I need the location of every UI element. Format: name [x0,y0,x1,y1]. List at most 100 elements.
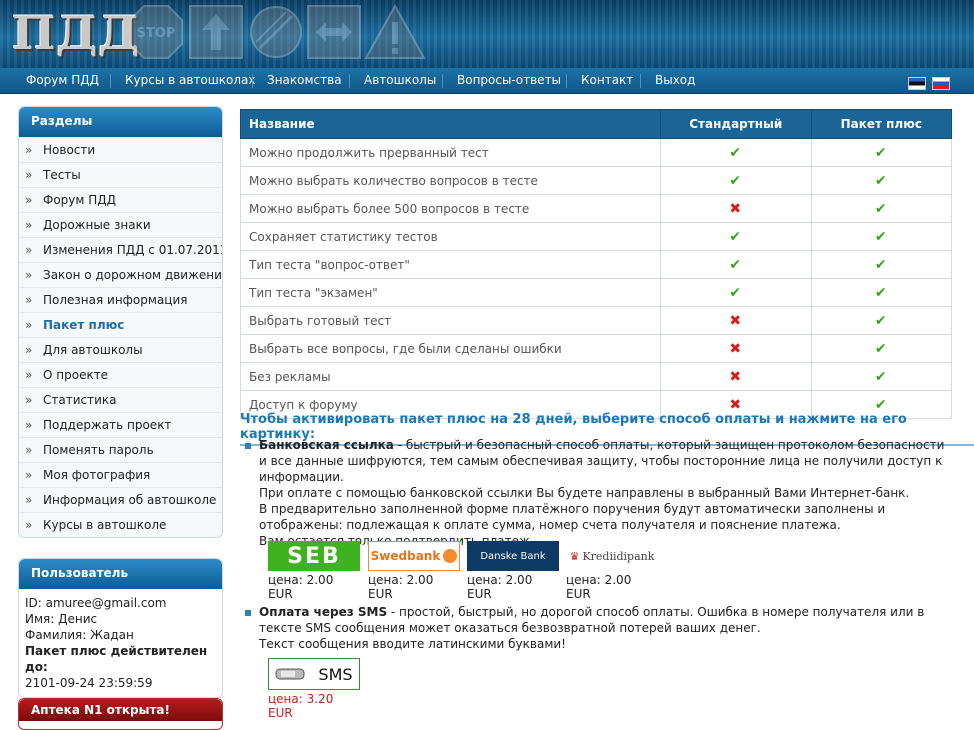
nav-logout[interactable]: Выход [641,68,709,93]
feature-name: Тип теста "вопрос-ответ" [240,250,661,279]
plus-cell: ✔ [810,362,953,391]
user-name: Имя: Денис [25,612,98,626]
svg-text:STOP: STOP [137,26,176,41]
user-surname: Фамилия: Жадан [25,628,134,642]
sidebar-item-about[interactable]: » О проекте [19,362,222,387]
check-icon: ✔ [729,228,742,245]
bullet-square-icon [245,610,251,616]
plus-cell: ✔ [810,306,953,335]
sidebar-item-change-password[interactable]: » Поменять пароль [19,437,222,462]
plus-cell: ✔ [810,166,953,195]
check-icon: ✔ [874,368,887,385]
plus-cell: ✔ [810,250,953,279]
sidebar-item-useful-info[interactable]: » Полезная информация [19,287,222,312]
check-icon: ✔ [874,228,887,245]
sections-panel: Разделы » Новости » Тесты » Форум ПДД » Доро… [18,106,223,538]
table-row: Тип теста "вопрос-ответ" ✔ ✔ [240,250,953,279]
sidebar-item-support[interactable]: » Поддержать проект [19,412,222,437]
user-panel: Пользователь ID: amuree@gmail.com Имя: Д… [18,558,223,698]
standard-cell: ✖ [659,306,812,335]
check-icon: ✔ [874,340,887,357]
sms-title: Оплата через SMS [259,605,388,619]
sidebar-item-my-photo[interactable]: » Моя фотография [19,462,222,487]
ad-title: Аптека N1 открыта! [19,699,222,721]
feature-name: Выбрать готовый тест [240,306,661,335]
end-restriction-sign-icon [250,6,302,58]
check-icon: ✔ [874,144,887,161]
sidebar-item-statistics[interactable]: » Статистика [19,387,222,412]
swedbank-payment-button[interactable]: Swedbank цена: 2.00 EUR [368,541,460,601]
table-row: Выбрать готовый тест ✖ ✔ [240,306,953,335]
plus-cell: ✔ [810,222,953,251]
nav-dating[interactable]: Знакомства [253,68,356,93]
plus-cell: ✔ [810,138,953,167]
col-name: Название [240,109,661,139]
seb-logo: SEB [268,541,360,571]
user-info: ID: amuree@gmail.com Имя: Денис Фамилия:… [19,589,222,697]
cross-icon: ✖ [729,312,742,329]
feature-name: Можно продолжить прерванный тест [240,138,661,167]
table-row: Сохраняет статистику тестов ✔ ✔ [240,222,953,251]
table-row: Тип теста "экзамен" ✔ ✔ [240,278,953,307]
swedbank-logo: Swedbank [368,541,460,571]
table-row: Можно продолжить прерванный тест ✔ ✔ [240,138,953,167]
site-logo[interactable]: ПДД [12,6,140,60]
feature-name: Без рекламы [240,362,661,391]
features-table: Название Стандартный Пакет плюс Можно пр… [240,109,953,419]
check-icon: ✔ [729,256,742,273]
sidebar-item-school-info[interactable]: » Информация об автошколе [19,487,222,512]
sections-title: Разделы [19,107,222,137]
swedbank-price: цена: 2.00 EUR [368,573,434,601]
standard-cell: ✖ [659,194,812,223]
feature-name: Можно выбрать количество вопросов в тест… [240,166,661,195]
valid-until-label: Пакет плюс действителен до: [25,644,208,674]
standard-cell: ✔ [659,250,812,279]
krediidipank-price: цена: 2.00 EUR [566,573,632,601]
site-header: ПДД STOP [0,0,974,68]
arrow-up-sign-icon [189,5,243,59]
plus-cell: ✔ [810,334,953,363]
check-icon: ✔ [729,284,742,301]
sidebar-item-tests[interactable]: » Тесты [19,162,222,187]
user-id: ID: amuree@gmail.com [25,596,167,610]
bullet-square-icon [245,443,251,449]
sidebar-item-school-courses[interactable]: » Курсы в автошколе [19,512,222,537]
table-row: Выбрать все вопросы, где были сделаны ош… [240,334,953,363]
valid-until-date: 2101-09-24 23:59:59 [25,676,153,690]
sidebar-item-news[interactable]: » Новости [19,137,222,162]
standard-cell: ✖ [659,334,812,363]
sms-section: Оплата через SMS - простой, быстрый, но … [259,604,949,652]
russian-flag-icon[interactable] [932,77,950,90]
sidebar-item-rule-changes[interactable]: » Изменения ПДД с 01.07.2011 г. [19,237,222,262]
bank-link-section: Банковская ссылка - быстрый и безопасный… [259,437,949,549]
sms-payment-button[interactable]: SMS цена: 3.20 EUR [268,658,360,720]
check-icon: ✔ [874,312,887,329]
two-way-sign-icon [307,5,361,59]
sidebar-item-for-schools[interactable]: » Для автошколы [19,337,222,362]
sidebar-item-traffic-law[interactable]: » Закон о дорожном движении [19,262,222,287]
krediidipank-logo: ♛ Krediidipank [566,541,658,571]
seb-price: цена: 2.00 EUR [268,573,334,601]
standard-cell: ✖ [659,362,812,391]
estonian-flag-icon[interactable] [908,77,926,90]
sidebar-item-road-signs[interactable]: » Дорожные знаки [19,212,222,237]
plus-cell: ✔ [810,194,953,223]
nav-driving-schools[interactable]: Автошколы [350,68,450,93]
check-icon: ✔ [874,172,887,189]
check-icon: ✔ [729,144,742,161]
feature-name: Можно выбрать более 500 вопросов в тесте [240,194,661,223]
cross-icon: ✖ [729,200,742,217]
nav-faq[interactable]: Вопросы-ответы [443,68,575,93]
sidebar-item-plus-package[interactable]: » Пакет плюс [19,312,222,337]
nav-contact[interactable]: Контакт [567,68,647,93]
ad-panel[interactable]: Аптека N1 открыта! [18,698,223,730]
danske-payment-button[interactable]: Danske Bank цена: 2.00 EUR [467,541,559,601]
krediidipank-payment-button[interactable]: ♛ Krediidipank цена: 2.00 EUR [566,541,658,601]
nav-courses[interactable]: Курсы в автошколах [111,68,269,93]
sms-logo: SMS [268,658,360,690]
nav-forum[interactable]: Форум ПДД [12,68,113,93]
feature-name: Тип теста "экзамен" [240,278,661,307]
seb-payment-button[interactable]: SEB цена: 2.00 EUR [268,541,360,601]
main-nav: Форум ПДД Курсы в автошколах Знакомства … [0,68,974,94]
sidebar-item-forum[interactable]: » Форум ПДД [19,187,222,212]
